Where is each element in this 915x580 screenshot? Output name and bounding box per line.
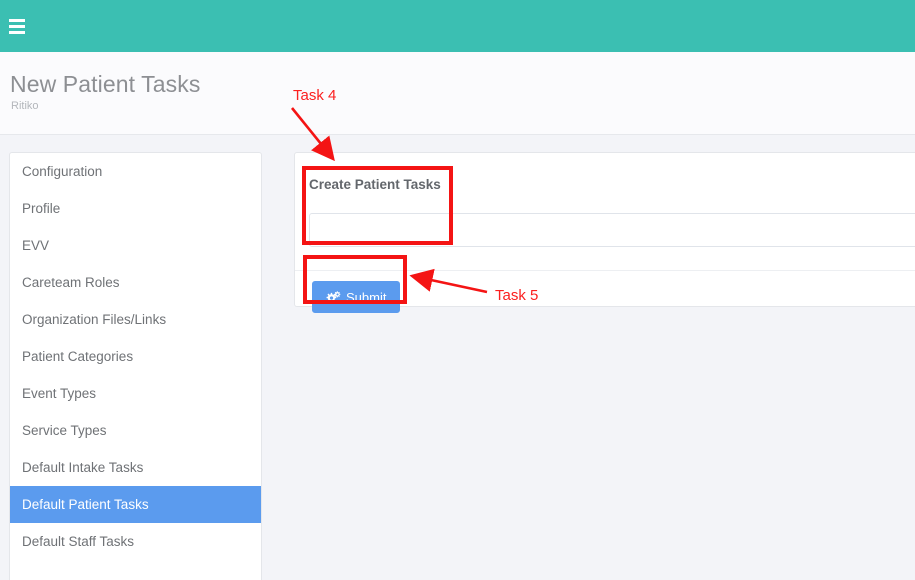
annotation-arrow-task-5 xyxy=(409,268,488,294)
annotation-arrow-task-4 xyxy=(290,107,335,162)
app-window: New Patient Tasks Ritiko Configuration P… xyxy=(0,0,915,580)
annotation-arrows xyxy=(290,107,488,294)
